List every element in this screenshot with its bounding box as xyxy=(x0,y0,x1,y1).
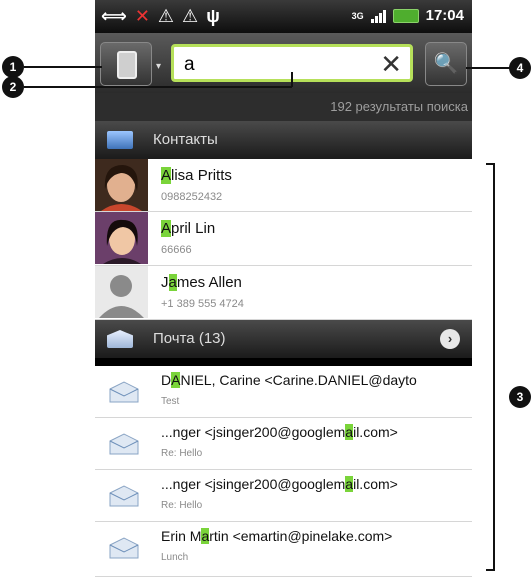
result-count: 192 результаты поиска xyxy=(95,93,472,121)
usb-icon: ψ xyxy=(206,6,220,26)
envelope-icon xyxy=(109,537,139,559)
signal-icon xyxy=(370,9,386,23)
mail-row[interactable]: DANIEL, Carine <Carine.DANIEL@dayto Test xyxy=(95,366,472,418)
mail-subject: Lunch xyxy=(161,552,189,563)
search-button[interactable]: 🔍 xyxy=(425,42,467,86)
contact-row[interactable]: April Lin 66666 xyxy=(95,212,472,266)
callout-2-line xyxy=(24,86,292,88)
contact-row[interactable]: James Allen +1 389 555 4724 xyxy=(95,266,472,320)
search-query: a xyxy=(184,54,195,75)
callout-4: 4 xyxy=(509,57,531,79)
clear-x-icon[interactable]: ✕ xyxy=(380,49,402,80)
callout-4-line xyxy=(466,67,510,69)
mail-sender: Erin Martin <emartin@pinelake.com> xyxy=(161,528,393,544)
network-type: 3G xyxy=(351,10,364,21)
contact-name: April Lin xyxy=(161,220,216,237)
phone-icon xyxy=(117,51,137,79)
callout-3: 3 xyxy=(509,386,531,408)
mail-row[interactable]: Erin Martin <emartin@pinelake.com> Lunch xyxy=(95,522,472,577)
callout-3-line xyxy=(486,569,495,571)
mail-section-header[interactable]: Почта (13) › xyxy=(95,320,472,358)
mail-row[interactable]: ...nger <jsinger200@googlemail.com> Re: … xyxy=(95,470,472,522)
status-icons-right: 3G 17:04 xyxy=(352,7,464,24)
section-title: Почта (13) xyxy=(153,330,226,347)
callout-1-line xyxy=(24,66,102,68)
mail-subject: Re: Hello xyxy=(161,448,203,459)
mail-sender: ...nger <jsinger200@googlemail.com> xyxy=(161,424,398,440)
callout-3-line xyxy=(493,163,495,571)
battery-icon xyxy=(392,8,419,23)
contact-phone: 66666 xyxy=(161,244,192,256)
callout-3-line xyxy=(486,163,495,165)
mail-sender: ...nger <jsinger200@googlemail.com> xyxy=(161,476,398,492)
missed-call-icon: ✕ xyxy=(134,6,150,26)
contacts-icon xyxy=(107,131,133,149)
contact-name: James Allen xyxy=(161,274,242,291)
mail-subject: Test xyxy=(161,396,180,407)
warning-icon: ⚠ xyxy=(157,6,175,26)
status-bar: ⟺ ✕ ⚠ ⚠ ψ 3G 17:04 xyxy=(95,0,472,33)
mail-row[interactable]: ...nger <jsinger200@googlemail.com> Re: … xyxy=(95,418,472,470)
contact-photo xyxy=(95,212,148,264)
callout-2: 2 xyxy=(2,76,24,98)
mail-icon xyxy=(107,330,133,348)
search-source-button[interactable]: ▾ xyxy=(100,42,161,86)
search-icon: 🔍 xyxy=(433,53,459,75)
envelope-icon xyxy=(109,381,139,403)
envelope-icon xyxy=(109,485,139,507)
callout-1: 1 xyxy=(2,56,24,78)
callout-2-line xyxy=(291,72,293,87)
link-icon: ⟺ xyxy=(101,6,127,26)
contacts-section-header: Контакты xyxy=(95,121,472,159)
chevron-down-icon: ▾ xyxy=(155,61,161,72)
section-title: Контакты xyxy=(153,131,218,148)
envelope-icon xyxy=(109,433,139,455)
clock: 17:04 xyxy=(425,7,464,24)
contact-row[interactable]: Alisa Pritts 0988252432 xyxy=(95,159,472,212)
chevron-right-icon[interactable]: › xyxy=(440,329,460,349)
default-avatar-icon xyxy=(95,266,148,318)
contact-name: Alisa Pritts xyxy=(161,167,232,184)
mail-subject: Re: Hello xyxy=(161,500,203,511)
warning-icon: ⚠ xyxy=(182,6,199,26)
contact-phone: 0988252432 xyxy=(161,191,223,203)
mail-sender: DANIEL, Carine <Carine.DANIEL@dayto xyxy=(161,372,417,388)
search-bar: ▾ a ✕ 🔍 xyxy=(95,33,472,93)
contact-phone: +1 389 555 4724 xyxy=(161,298,244,310)
contact-photo xyxy=(95,159,148,211)
status-icons-left: ⟺ ✕ ⚠ ⚠ ψ xyxy=(101,6,220,27)
